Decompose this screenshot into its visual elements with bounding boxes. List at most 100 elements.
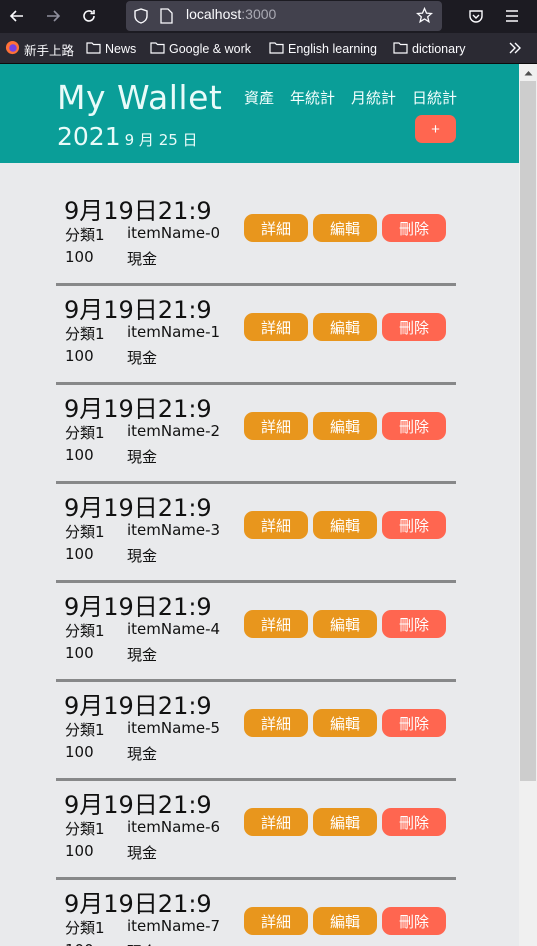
date-year: 2021	[57, 122, 121, 151]
record-category: 分類1	[65, 721, 105, 739]
delete-button[interactable]: 刪除	[382, 313, 446, 341]
bookmark-folder[interactable]: Google & work	[150, 40, 251, 58]
delete-button[interactable]: 刪除	[382, 907, 446, 935]
record-category: 分類1	[65, 622, 105, 640]
scrollbar-thumb[interactable]	[520, 81, 536, 781]
nav-yearly-stats[interactable]: 年統計	[290, 87, 335, 108]
record-name: itemName-0	[127, 224, 221, 242]
bookmark-label: Google & work	[169, 42, 251, 56]
detail-button[interactable]: 詳細	[244, 412, 308, 440]
record-name: itemName-5	[127, 719, 221, 737]
delete-button[interactable]: 刪除	[382, 610, 446, 638]
record-list: 9月19日21:9 分類1 itemName-0 100 現金 詳細 編輯 刪除…	[56, 187, 456, 946]
bookmark-label: dictionary	[412, 42, 466, 56]
nav-assets[interactable]: 資產	[244, 87, 274, 108]
bookmark-star-icon[interactable]	[415, 6, 434, 28]
scroll-up-arrow-icon[interactable]	[519, 64, 537, 81]
record-time: 9月19日21:9	[64, 296, 212, 324]
delete-button[interactable]: 刪除	[382, 412, 446, 440]
record-name: itemName-4	[127, 620, 221, 638]
record-time: 9月19日21:9	[64, 395, 212, 423]
page-viewport: My Wallet 2021 9 月 25 日 資產 年統計 月統計 日統計 + …	[0, 64, 519, 946]
page-scrollbar[interactable]	[519, 64, 537, 946]
list-item: 9月19日21:9 分類1 itemName-2 100 現金 詳細 編輯 刪除	[56, 385, 456, 484]
record-account: 現金	[127, 547, 158, 565]
reload-icon[interactable]	[76, 4, 102, 28]
edit-button[interactable]: 編輯	[313, 907, 377, 935]
bookmark-item[interactable]: 新手上路	[5, 40, 74, 58]
record-name: itemName-2	[127, 422, 221, 440]
record-category: 分類1	[65, 919, 105, 937]
chevron-right-double-icon[interactable]	[508, 39, 522, 57]
add-record-button[interactable]: +	[415, 115, 456, 143]
list-item: 9月19日21:9 分類1 itemName-3 100 現金 詳細 編輯 刪除	[56, 484, 456, 583]
folder-icon	[393, 41, 408, 57]
detail-button[interactable]: 詳細	[244, 808, 308, 836]
edit-button[interactable]: 編輯	[313, 808, 377, 836]
record-amount: 100	[65, 842, 94, 860]
bookmark-label: News	[105, 42, 137, 56]
delete-button[interactable]: 刪除	[382, 511, 446, 539]
bookmarks-bar: 新手上路 News Google & work English learning…	[0, 33, 537, 64]
delete-button[interactable]: 刪除	[382, 808, 446, 836]
record-amount: 100	[65, 248, 94, 266]
nav-monthly-stats[interactable]: 月統計	[351, 87, 396, 108]
edit-button[interactable]: 編輯	[313, 709, 377, 737]
record-amount: 100	[65, 644, 94, 662]
nav-daily-stats[interactable]: 日統計	[412, 87, 457, 108]
app-title: My Wallet	[57, 78, 223, 117]
detail-button[interactable]: 詳細	[244, 511, 308, 539]
record-amount: 100	[65, 347, 94, 365]
record-name: itemName-6	[127, 818, 221, 836]
detail-button[interactable]: 詳細	[244, 907, 308, 935]
page-icon	[160, 8, 173, 28]
record-account: 現金	[127, 844, 158, 862]
edit-button[interactable]: 編輯	[313, 412, 377, 440]
current-date: 2021 9 月 25 日	[57, 122, 198, 151]
record-name: itemName-1	[127, 323, 221, 341]
bookmark-folder[interactable]: dictionary	[393, 40, 466, 58]
record-amount: 100	[65, 446, 94, 464]
list-item: 9月19日21:9 分類1 itemName-4 100 現金 詳細 編輯 刪除	[56, 583, 456, 682]
record-name: itemName-3	[127, 521, 221, 539]
edit-button[interactable]: 編輯	[313, 511, 377, 539]
list-item: 9月19日21:9 分類1 itemName-5 100 現金 詳細 編輯 刪除	[56, 682, 456, 781]
menu-icon[interactable]	[499, 4, 525, 28]
record-category: 分類1	[65, 820, 105, 838]
detail-button[interactable]: 詳細	[244, 610, 308, 638]
folder-icon	[150, 41, 165, 57]
record-category: 分類1	[65, 424, 105, 442]
list-item: 9月19日21:9 分類1 itemName-1 100 現金 詳細 編輯 刪除	[56, 286, 456, 385]
record-amount: 100	[65, 941, 94, 946]
url-text: localhost:3000	[186, 6, 276, 22]
main-nav: 資產 年統計 月統計 日統計	[244, 87, 457, 108]
bookmark-label: 新手上路	[24, 43, 75, 58]
detail-button[interactable]: 詳細	[244, 709, 308, 737]
record-account: 現金	[127, 646, 158, 664]
pocket-icon[interactable]	[463, 4, 489, 28]
delete-button[interactable]: 刪除	[382, 214, 446, 242]
bookmark-folder[interactable]: News	[86, 40, 136, 58]
record-category: 分類1	[65, 226, 105, 244]
shield-icon[interactable]	[134, 8, 148, 28]
detail-button[interactable]: 詳細	[244, 313, 308, 341]
detail-button[interactable]: 詳細	[244, 214, 308, 242]
record-amount: 100	[65, 743, 94, 761]
edit-button[interactable]: 編輯	[313, 610, 377, 638]
record-time: 9月19日21:9	[64, 593, 212, 621]
folder-icon	[86, 41, 101, 57]
url-bar[interactable]: localhost:3000	[126, 1, 442, 31]
record-time: 9月19日21:9	[64, 890, 212, 918]
record-category: 分類1	[65, 325, 105, 343]
bookmark-folder[interactable]: English learning	[269, 40, 377, 58]
edit-button[interactable]: 編輯	[313, 313, 377, 341]
record-account: 現金	[127, 448, 158, 466]
back-arrow-icon[interactable]	[4, 4, 30, 28]
edit-button[interactable]: 編輯	[313, 214, 377, 242]
record-category: 分類1	[65, 523, 105, 541]
delete-button[interactable]: 刪除	[382, 709, 446, 737]
record-account: 現金	[127, 349, 158, 367]
record-time: 9月19日21:9	[64, 494, 212, 522]
forward-arrow-icon[interactable]	[40, 4, 66, 28]
firefox-icon	[5, 40, 20, 58]
